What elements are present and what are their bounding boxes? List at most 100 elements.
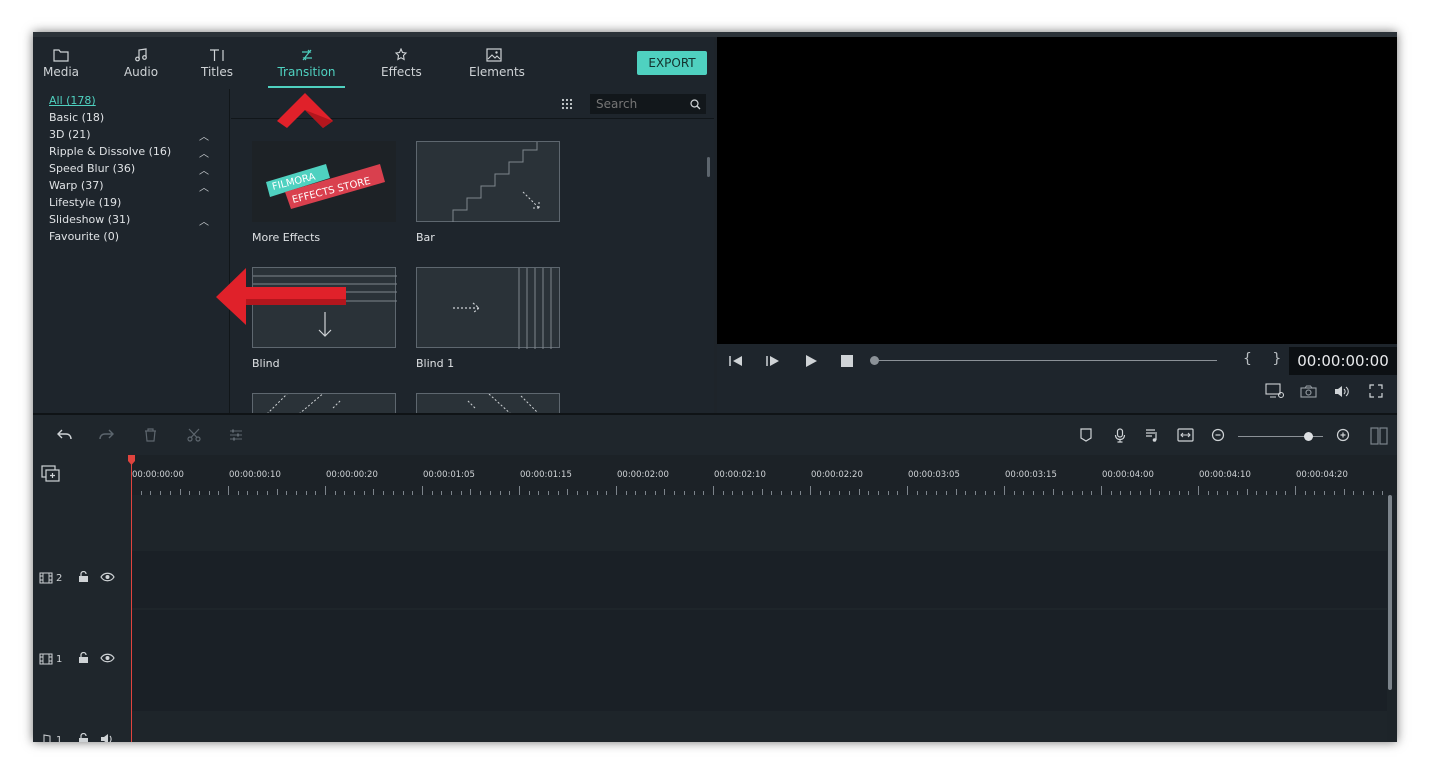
chevron-up-icon[interactable]: ︿: [199, 128, 209, 143]
category-ripple-dissolve[interactable]: Ripple & Dissolve (16): [49, 145, 171, 158]
chevron-up-icon[interactable]: ︿: [199, 179, 209, 194]
ruler-label: 00:00:00:00: [132, 470, 184, 480]
redo-icon[interactable]: [99, 428, 114, 441]
track-row-video-1[interactable]: [131, 610, 1387, 711]
ruler-label: 00:00:03:05: [908, 470, 960, 480]
time-ruler[interactable]: 00:00:00:00 00:00:00:10 00:00:00:20 00:00:0…: [131, 455, 1397, 495]
tab-elements[interactable]: Elements: [469, 43, 525, 88]
thumb-blind[interactable]: [252, 267, 397, 348]
category-speed-blur[interactable]: Speed Blur (36): [49, 162, 135, 175]
zoom-slider-handle[interactable]: [1304, 432, 1313, 441]
zoom-out-icon[interactable]: [1211, 428, 1225, 442]
ruler-label: 00:00:04:10: [1199, 470, 1251, 480]
category-lifestyle[interactable]: Lifestyle (19): [49, 196, 121, 209]
thumb-next-2[interactable]: [416, 393, 560, 413]
audio-track-icon: [43, 734, 51, 742]
thumb-more-effects[interactable]: FILMORA EFFECTS STORE: [252, 141, 396, 222]
ruler-tick: [907, 486, 908, 495]
timeline-scrollbar[interactable]: [1388, 495, 1392, 690]
track-row-video-2[interactable]: [131, 551, 1387, 608]
speaker-icon[interactable]: [100, 734, 115, 742]
in-out-markers[interactable]: { }: [1243, 351, 1289, 367]
volume-icon[interactable]: [1334, 385, 1350, 398]
collapse-panel-icon[interactable]: [222, 297, 226, 305]
ruler-label: 00:00:04:20: [1296, 470, 1348, 480]
export-button[interactable]: EXPORT: [637, 51, 707, 75]
next-frame-icon[interactable]: [766, 355, 780, 367]
tab-transition[interactable]: Transition: [268, 43, 345, 88]
thumb-label: More Effects: [252, 231, 321, 244]
grid-view-icon[interactable]: [561, 98, 573, 110]
transition-grid: FILMORA EFFECTS STORE More Effects Bar B…: [231, 120, 714, 413]
tab-effects[interactable]: Effects: [381, 43, 422, 88]
eye-icon[interactable]: [100, 653, 115, 663]
play-icon[interactable]: [805, 355, 817, 367]
playhead-line[interactable]: [131, 461, 132, 742]
thumb-next-1[interactable]: [252, 391, 396, 413]
tab-titles[interactable]: Titles: [197, 43, 237, 88]
ruler-label: 00:00:01:15: [520, 470, 572, 480]
seek-bar[interactable]: [875, 360, 1217, 361]
adjust-icon[interactable]: [229, 428, 243, 442]
fullscreen-icon[interactable]: [1369, 384, 1383, 398]
microphone-icon[interactable]: [1114, 428, 1126, 443]
add-track-icon[interactable]: [41, 465, 61, 483]
image-icon: [469, 43, 519, 65]
ruler-tick: [1101, 486, 1102, 495]
category-3d[interactable]: 3D (21): [49, 128, 91, 141]
effects-icon: [381, 43, 421, 65]
eye-icon[interactable]: [100, 572, 115, 582]
fit-timeline-icon[interactable]: [1177, 428, 1194, 442]
filmora-store-banner: FILMORA EFFECTS STORE: [266, 164, 385, 209]
tab-label: Elements: [469, 65, 525, 79]
category-all[interactable]: All (178): [49, 94, 96, 107]
category-favourite[interactable]: Favourite (0): [49, 230, 119, 243]
undo-icon[interactable]: [57, 428, 72, 441]
category-basic[interactable]: Basic (18): [49, 111, 104, 124]
library-toolbar: [231, 89, 714, 119]
search-input[interactable]: [590, 94, 706, 114]
track-row-audio-1[interactable]: [131, 711, 1387, 742]
ruler-tick: [325, 486, 326, 495]
stop-icon[interactable]: [841, 355, 853, 367]
preview-screen: [717, 37, 1397, 344]
thumb-blind-1[interactable]: [416, 267, 560, 349]
category-warp[interactable]: Warp (37): [49, 179, 104, 192]
tab-label: Media: [42, 65, 80, 79]
music-note-icon: [121, 43, 161, 65]
ruler-tick: [422, 486, 423, 495]
thumb-label: Bar: [416, 231, 435, 244]
marker-icon[interactable]: [1080, 428, 1092, 442]
tab-label: Effects: [381, 65, 422, 79]
render-settings-icon[interactable]: [1265, 383, 1285, 399]
cut-icon[interactable]: [187, 428, 201, 442]
lock-icon[interactable]: [78, 652, 89, 664]
library-scrollbar[interactable]: [707, 157, 710, 177]
chevron-up-icon[interactable]: ︿: [199, 162, 209, 177]
delete-icon[interactable]: [144, 428, 157, 442]
tab-audio[interactable]: Audio: [121, 43, 161, 88]
library-panel: Media Audio Titles Transition Effects El…: [33, 37, 714, 413]
panel-toggle-icon[interactable]: [1370, 427, 1388, 445]
thumb-bar[interactable]: [416, 141, 560, 222]
tab-label: Titles: [201, 65, 233, 79]
chevron-up-icon[interactable]: ︿: [199, 213, 209, 228]
camera-icon[interactable]: [1300, 385, 1317, 398]
ruler-label: 00:00:03:15: [1005, 470, 1057, 480]
search-icon[interactable]: [690, 99, 701, 110]
ruler-tick: [616, 486, 617, 495]
tab-label: Audio: [123, 65, 159, 79]
previous-frame-icon[interactable]: [729, 355, 743, 367]
seek-handle[interactable]: [870, 356, 879, 365]
tab-media[interactable]: Media: [41, 43, 81, 88]
chevron-up-icon[interactable]: ︿: [199, 145, 209, 160]
lock-icon[interactable]: [78, 733, 89, 742]
library-tabs: Media Audio Titles Transition Effects El…: [33, 37, 714, 89]
category-slideshow[interactable]: Slideshow (31): [49, 213, 130, 226]
video-track-icon: [39, 572, 53, 584]
track-row-empty[interactable]: [131, 495, 1387, 551]
audio-mixer-icon[interactable]: [1145, 428, 1160, 443]
zoom-in-icon[interactable]: [1336, 428, 1350, 442]
lock-icon[interactable]: [78, 571, 89, 583]
ruler-label: 00:00:04:00: [1102, 470, 1154, 480]
